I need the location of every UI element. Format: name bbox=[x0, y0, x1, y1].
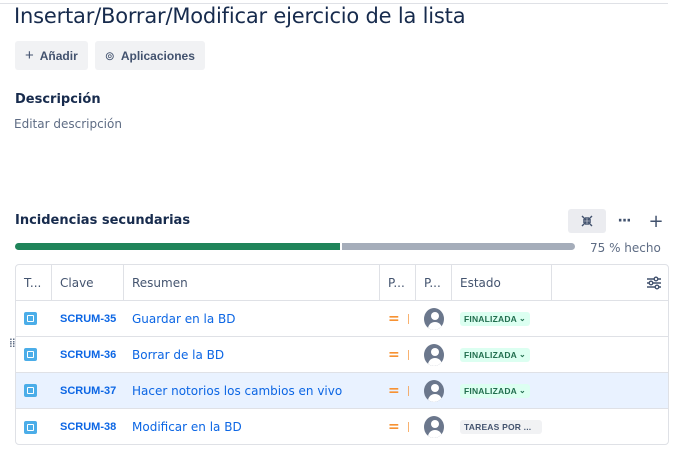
column-header-summary[interactable]: Resumen bbox=[124, 265, 380, 300]
subtask-icon bbox=[24, 312, 37, 325]
subtask-assignee-cell bbox=[416, 301, 452, 336]
subtask-summary-cell: Modificar en la BD bbox=[124, 409, 380, 444]
subtask-priority-cell: = bbox=[380, 301, 416, 336]
status-text: FINALIZADA bbox=[464, 313, 517, 324]
subtask-type-cell bbox=[16, 409, 52, 444]
subtask-summary-link[interactable]: Guardar en la BD bbox=[132, 312, 235, 326]
subtask-key-cell: SCRUM-38 bbox=[52, 409, 124, 444]
drag-handle-icon[interactable]: ⁞⁞ bbox=[9, 337, 16, 349]
avatar[interactable] bbox=[424, 416, 444, 438]
status-badge[interactable]: FINALIZADA ⌄ bbox=[460, 383, 530, 398]
subtask-key-link[interactable]: SCRUM-36 bbox=[60, 349, 116, 361]
progress-text: 75 % hecho bbox=[590, 241, 661, 255]
column-header-assignee[interactable]: P... bbox=[416, 265, 452, 300]
subtask-key-link[interactable]: SCRUM-38 bbox=[60, 421, 116, 433]
apps-button[interactable]: ⊚ Aplicaciones bbox=[94, 41, 205, 70]
progress-done bbox=[15, 243, 340, 250]
subtask-empty-cell bbox=[552, 409, 668, 444]
avatar[interactable] bbox=[424, 343, 444, 366]
priority-medium-icon: = bbox=[388, 382, 400, 399]
table-row[interactable]: SCRUM-38 Modificar en la BD = TAREAS POR ..… bbox=[16, 409, 668, 444]
subtask-status-cell: TAREAS POR ... bbox=[452, 409, 552, 444]
subtask-key-link[interactable]: SCRUM-35 bbox=[60, 313, 116, 325]
priority-medium-icon: = bbox=[388, 419, 400, 435]
chevron-down-icon: ⌄ bbox=[519, 386, 526, 395]
column-header-key[interactable]: Clave bbox=[52, 265, 124, 300]
status-badge[interactable]: FINALIZADA ⌄ bbox=[460, 311, 530, 326]
plus-icon: + bbox=[25, 47, 34, 64]
subtask-summary-link[interactable]: Borrar de la BD bbox=[132, 348, 224, 362]
subtask-status-cell: FINALIZADA ⌄ bbox=[452, 337, 552, 372]
column-header-type[interactable]: T... bbox=[16, 265, 52, 300]
subtasks-table: T... Clave Resumen P... P... Estado SCRU… bbox=[15, 264, 669, 445]
subtask-summary-link[interactable]: Modificar en la BD bbox=[132, 420, 242, 434]
subtask-summary-cell: Borrar de la BD bbox=[124, 337, 380, 372]
subtask-empty-cell bbox=[552, 301, 668, 336]
priority-medium-icon: = bbox=[388, 310, 400, 327]
subtask-priority-cell: = bbox=[380, 337, 416, 372]
priority-medium-icon: = bbox=[388, 346, 400, 363]
status-text: TAREAS POR ... bbox=[464, 422, 532, 432]
progress-remaining bbox=[341, 243, 575, 250]
column-settings-icon[interactable] bbox=[552, 265, 668, 300]
add-button[interactable]: + Añadir bbox=[15, 41, 88, 70]
subtask-summary-link[interactable]: Hacer notorios los cambios en vivo bbox=[132, 384, 342, 398]
chevron-down-icon: ⌄ bbox=[519, 314, 526, 323]
subtasks-heading: Incidencias secundarias bbox=[15, 213, 191, 228]
table-row[interactable]: SCRUM-37 Hacer notorios los cambios en vi… bbox=[16, 373, 668, 409]
apps-icon: ⊚ bbox=[104, 48, 115, 63]
collapse-icon[interactable] bbox=[568, 209, 606, 233]
more-options-button[interactable]: ··· bbox=[610, 209, 638, 233]
subtask-assignee-cell bbox=[416, 409, 452, 444]
action-buttons: + Añadir ⊚ Aplicaciones bbox=[15, 41, 205, 70]
subtask-key-cell: SCRUM-37 bbox=[52, 373, 124, 408]
subtask-empty-cell bbox=[552, 373, 668, 408]
avatar[interactable] bbox=[424, 379, 444, 402]
subtask-summary-cell: Hacer notorios los cambios en vivo bbox=[124, 373, 380, 408]
subtask-status-cell: FINALIZADA ⌄ bbox=[452, 373, 552, 408]
table-header: T... Clave Resumen P... P... Estado bbox=[16, 265, 668, 301]
subtasks-toolbar: ··· + bbox=[568, 209, 670, 233]
subtask-type-cell bbox=[16, 337, 52, 372]
subtask-type-cell bbox=[16, 373, 52, 408]
avatar[interactable] bbox=[424, 307, 444, 330]
subtask-key-cell: SCRUM-35 bbox=[52, 301, 124, 336]
subtask-empty-cell bbox=[552, 337, 668, 372]
subtask-icon bbox=[24, 420, 37, 434]
column-header-status[interactable]: Estado bbox=[452, 265, 552, 300]
description-editor[interactable]: Editar descripción bbox=[14, 117, 122, 131]
table-row[interactable]: SCRUM-35 Guardar en la BD = FINALIZADA ⌄ bbox=[16, 301, 668, 337]
table-body: SCRUM-35 Guardar en la BD = FINALIZADA ⌄ SCRU… bbox=[16, 301, 668, 444]
description-heading: Descripción bbox=[15, 92, 101, 107]
subtask-type-cell bbox=[16, 301, 52, 336]
subtask-assignee-cell bbox=[416, 337, 452, 372]
subtask-priority-cell: = bbox=[380, 373, 416, 408]
subtask-key-link[interactable]: SCRUM-37 bbox=[60, 385, 116, 397]
table-row[interactable]: SCRUM-36 Borrar de la BD = FINALIZADA ⌄ bbox=[16, 337, 668, 373]
page-title: Insertar/Borrar/Modificar ejercicio de l… bbox=[14, 4, 466, 28]
status-text: FINALIZADA bbox=[464, 349, 517, 360]
subtask-icon bbox=[24, 384, 37, 397]
add-button-label: Añadir bbox=[39, 48, 78, 63]
subtask-priority-cell: = bbox=[380, 409, 416, 444]
add-subtask-button[interactable]: + bbox=[642, 209, 670, 233]
status-badge[interactable]: TAREAS POR ... bbox=[460, 420, 542, 434]
status-badge[interactable]: FINALIZADA ⌄ bbox=[460, 347, 530, 362]
chevron-down-icon: ⌄ bbox=[519, 350, 526, 359]
progress-bar bbox=[15, 243, 575, 250]
column-header-priority[interactable]: P... bbox=[380, 265, 416, 300]
subtask-assignee-cell bbox=[416, 373, 452, 408]
apps-button-label: Aplicaciones bbox=[120, 48, 195, 63]
subtask-status-cell: FINALIZADA ⌄ bbox=[452, 301, 552, 336]
subtask-summary-cell: Guardar en la BD bbox=[124, 301, 380, 336]
status-text: FINALIZADA bbox=[464, 385, 517, 396]
subtask-icon bbox=[24, 348, 37, 361]
subtask-key-cell: SCRUM-36 bbox=[52, 337, 124, 372]
